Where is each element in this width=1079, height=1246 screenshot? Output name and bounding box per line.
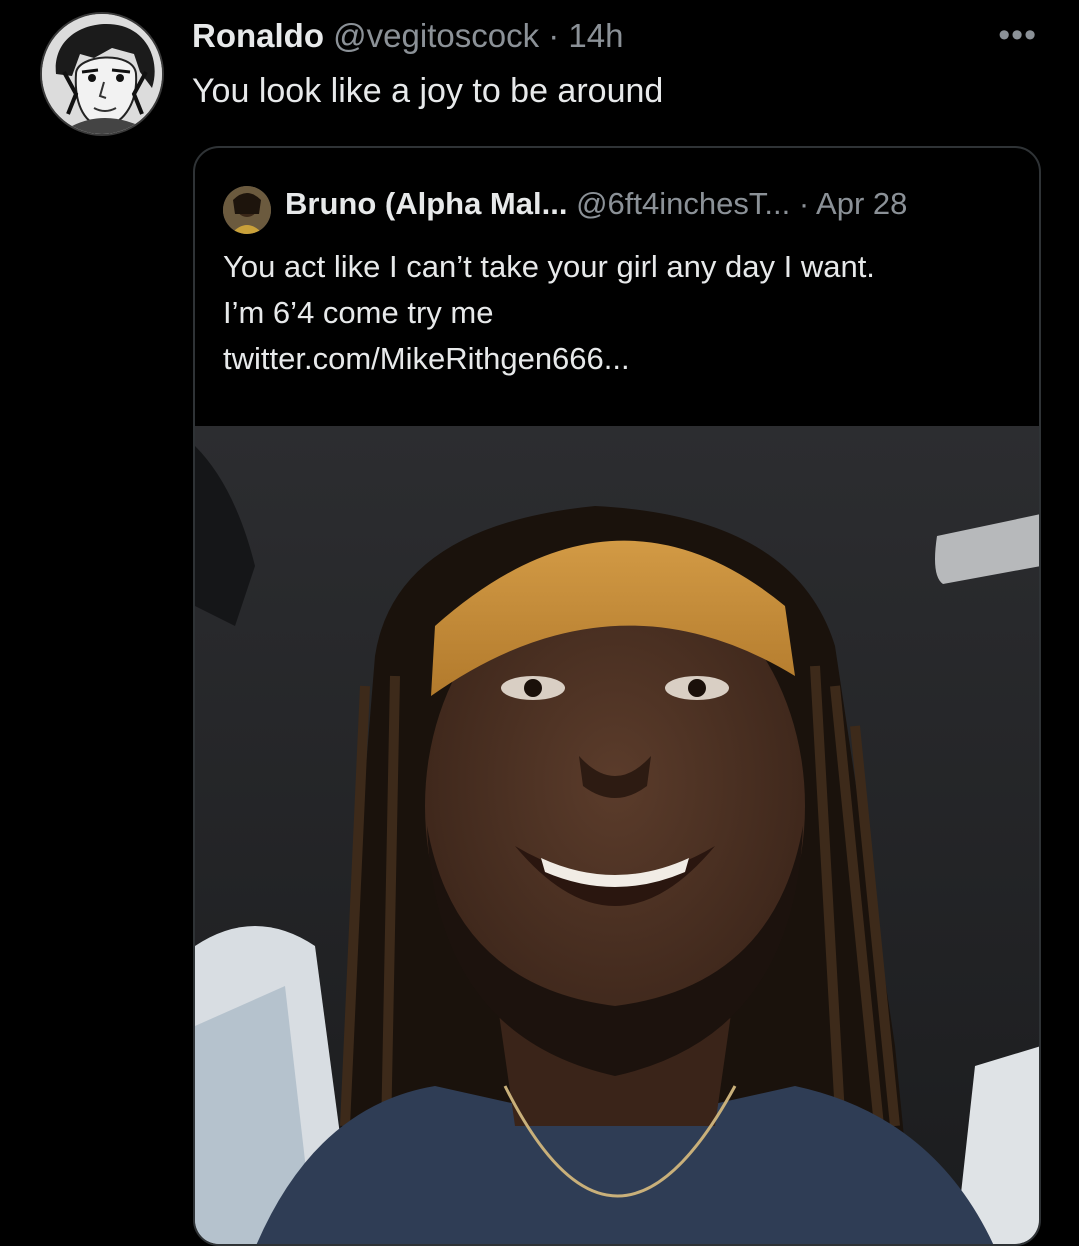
quoted-author-handle[interactable]: @6ft4inchesT... xyxy=(576,186,790,221)
quoted-author-name[interactable]: Bruno (Alpha Mal... xyxy=(285,186,567,221)
reply-header: Ronaldo @vegitoscock · 14h xyxy=(192,16,623,56)
quoted-meta-separator: · xyxy=(798,186,810,221)
quoted-tweet[interactable]: Bruno (Alpha Mal... @6ft4inchesT... · Ap… xyxy=(193,146,1041,1246)
selfie-in-car-image xyxy=(195,426,1039,1244)
more-horizontal-icon[interactable]: ••• xyxy=(998,18,1037,52)
quoted-author-avatar[interactable] xyxy=(223,186,271,234)
quoted-text-line: I’m 6’4 come try me xyxy=(223,295,494,330)
quoted-text-line: You act like I can’t take your girl any … xyxy=(223,249,875,284)
tweet-timestamp[interactable]: 14h xyxy=(568,17,623,54)
author-avatar[interactable] xyxy=(40,12,164,136)
quoted-header: Bruno (Alpha Mal... @6ft4inchesT... · Ap… xyxy=(285,184,907,224)
author-name[interactable]: Ronaldo xyxy=(192,17,324,54)
quoted-timestamp[interactable]: Apr 28 xyxy=(816,186,907,221)
manga-portrait-avatar-image xyxy=(42,14,162,134)
quoted-link[interactable]: twitter.com/MikeRithgen666... xyxy=(223,336,1023,382)
reply-tweet[interactable]: Ronaldo @vegitoscock · 14h ••• You look … xyxy=(0,0,1079,1246)
meta-separator: · xyxy=(548,17,560,54)
quoted-photo[interactable] xyxy=(195,426,1039,1244)
tweet-text: You look like a joy to be around xyxy=(192,72,664,110)
quoted-text: You act like I can’t take your girl any … xyxy=(223,244,1023,382)
quoted-avatar-image xyxy=(223,186,271,234)
author-handle[interactable]: @vegitoscock xyxy=(333,17,539,54)
